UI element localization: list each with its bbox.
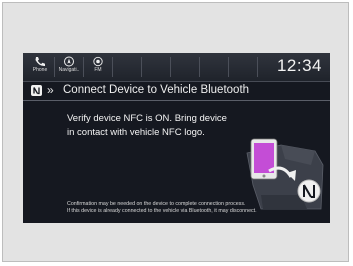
instruction-text: Verify device NFC is ON. Bring device in… — [67, 112, 237, 140]
navigation-button-label: Navigati.. — [58, 67, 80, 73]
phone-button-label: Phone — [32, 67, 48, 73]
instruction-line: in contact with vehicle NFC logo. — [67, 127, 205, 138]
statusbar-divider — [141, 57, 142, 77]
statusbar-divider — [83, 57, 84, 77]
footnote: Confirmation may be needed on the device… — [67, 201, 329, 215]
fm-button-label: FM — [94, 67, 102, 73]
statusbar-divider — [228, 57, 229, 77]
footnote-line: Confirmation may be needed on the device… — [67, 201, 246, 207]
instruction-line: Verify device NFC is ON. Bring device — [67, 113, 227, 124]
phone-to-nfc-illustration — [246, 138, 324, 210]
navigation-button[interactable]: Navigati.. — [56, 55, 82, 79]
page-frame: Phone Navigati.. FM 12:34 » Connect Devi… — [2, 2, 349, 262]
clock: 12:34 — [276, 56, 322, 75]
navigation-icon — [64, 56, 74, 67]
phone-button[interactable]: Phone — [27, 55, 53, 79]
fm-button[interactable]: FM — [85, 55, 111, 79]
status-bar: Phone Navigati.. FM 12:34 — [23, 53, 330, 82]
statusbar-divider — [199, 57, 200, 77]
title-bar: » Connect Device to Vehicle Bluetooth — [23, 82, 330, 101]
statusbar-divider — [112, 57, 113, 77]
statusbar-divider — [54, 57, 55, 77]
nfc-icon — [31, 85, 42, 96]
chevron-right-icon: » — [47, 83, 54, 97]
infotainment-screen: Phone Navigati.. FM 12:34 » Connect Devi… — [23, 53, 330, 223]
phone-icon — [35, 57, 45, 67]
footnote-line: If this device is already connected to t… — [67, 208, 257, 214]
statusbar-divider — [257, 57, 258, 77]
radio-icon — [93, 56, 103, 67]
page-title: Connect Device to Vehicle Bluetooth — [63, 84, 250, 96]
statusbar-divider — [170, 57, 171, 77]
